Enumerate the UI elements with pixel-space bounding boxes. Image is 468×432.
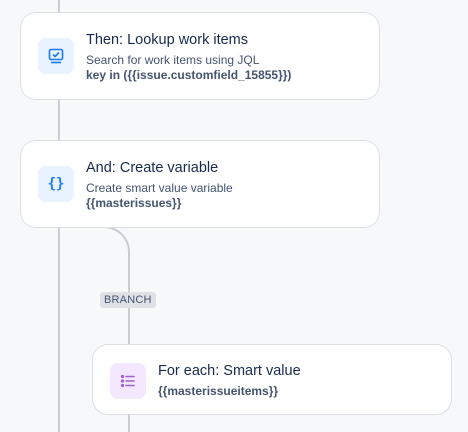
step-card-create-variable[interactable]: {} And: Create variable Create smart val… <box>20 140 380 228</box>
step-title: And: Create variable <box>86 160 219 176</box>
step-card-lookup-work-items[interactable]: Then: Lookup work items Search for work … <box>20 12 380 100</box>
branch-card-smart-value: {{masterissueitems}} <box>158 384 279 398</box>
step-variable-name: {{masterissues}} <box>86 196 182 210</box>
automation-flow-canvas: Then: Lookup work items Search for work … <box>0 0 468 432</box>
step-description: Create smart value variable <box>86 181 233 195</box>
branch-connector-curve <box>58 226 130 296</box>
step-title: Then: Lookup work items <box>86 32 248 48</box>
lookup-icon <box>38 38 74 74</box>
branch-card-title: For each: Smart value <box>158 363 301 379</box>
braces-icon: {} <box>38 166 74 202</box>
step-description: Search for work items using JQL <box>86 53 260 67</box>
branch-card-for-each[interactable]: For each: Smart value {{masterissueitems… <box>92 344 452 415</box>
list-icon <box>110 363 146 399</box>
step-jql-query: key in ({{issue.customfield_15855}}) <box>86 68 292 82</box>
branch-label: BRANCH <box>100 292 156 308</box>
